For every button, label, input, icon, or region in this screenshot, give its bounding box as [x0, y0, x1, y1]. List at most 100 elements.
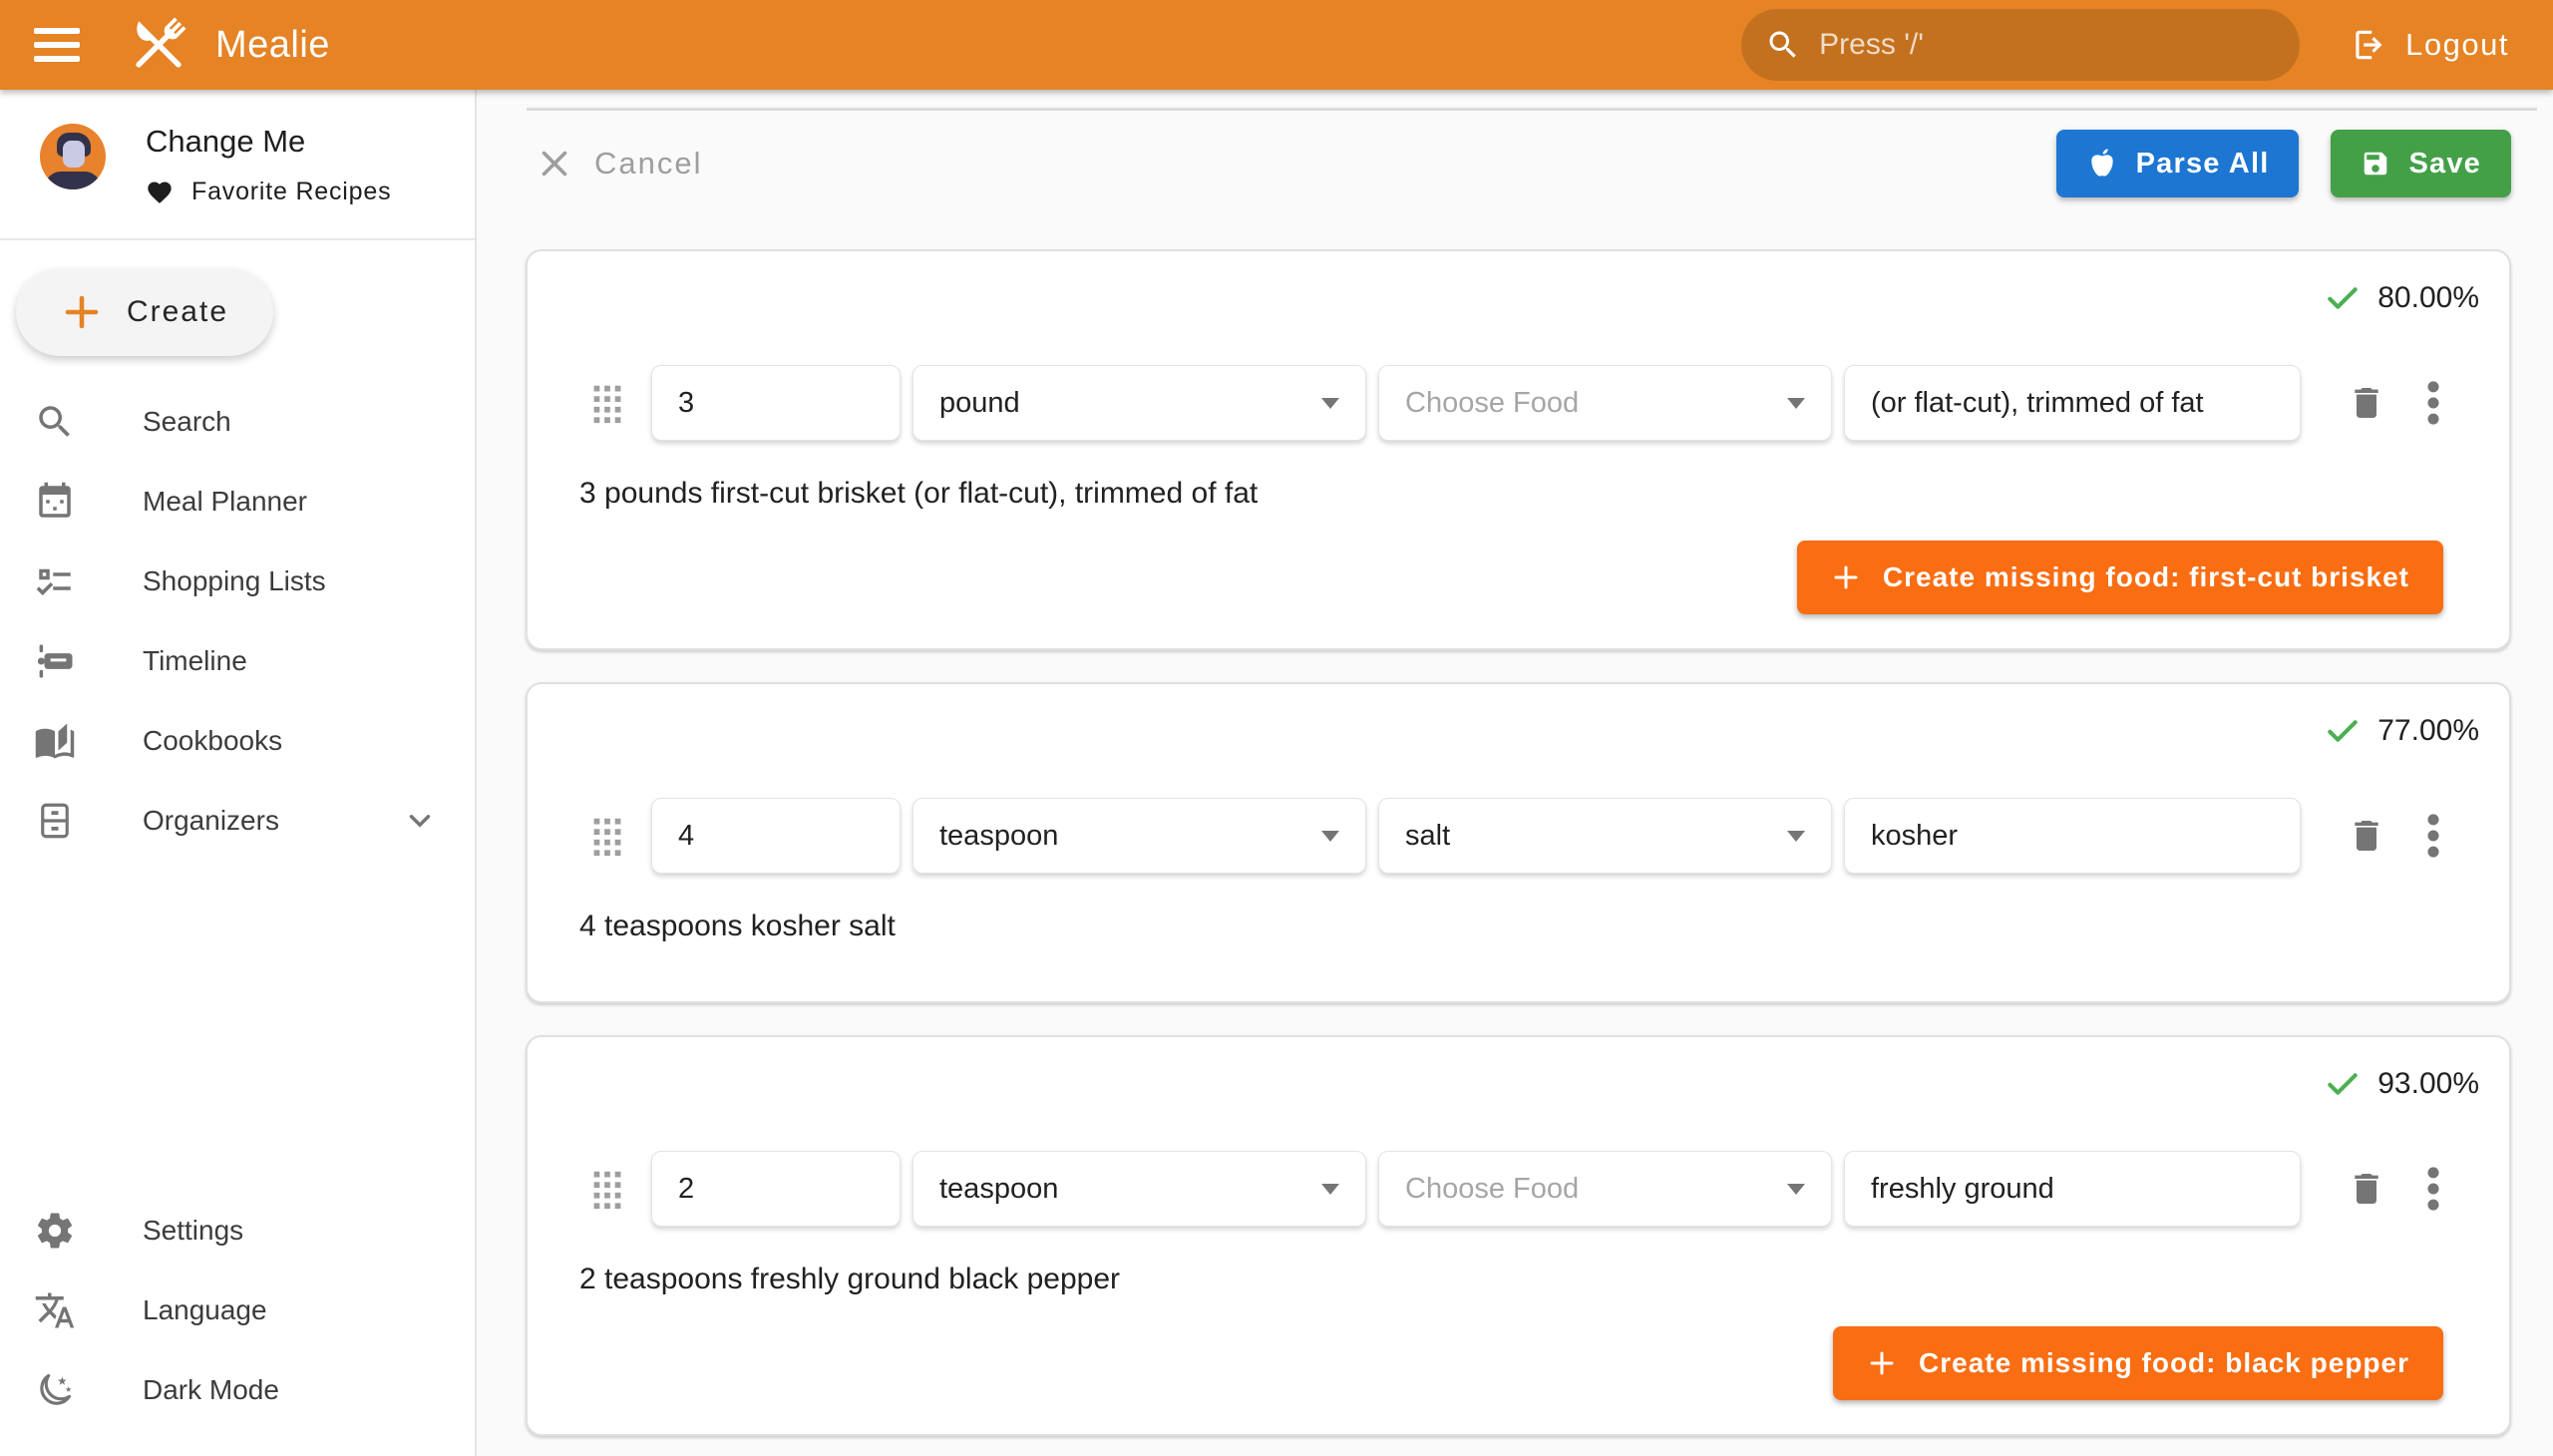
dropdown-caret-icon [1787, 831, 1805, 842]
original-ingredient-text: 4 teaspoons kosher salt [579, 910, 2479, 943]
unit-select-value: teaspoon [939, 1173, 1058, 1206]
note-input[interactable] [1871, 1173, 2274, 1206]
close-icon [537, 146, 572, 182]
translate-icon [33, 1289, 77, 1331]
sidebar-item-dark-mode[interactable]: Dark Mode [0, 1350, 475, 1430]
unit-select[interactable]: teaspoon [912, 798, 1366, 874]
main-content: Cancel Parse All Save 80.00% [479, 90, 2553, 1456]
app-bar: Mealie Logout [0, 0, 2553, 90]
sidebar-item-timeline[interactable]: Timeline [0, 621, 475, 701]
quantity-field [651, 365, 901, 441]
dropdown-caret-icon [1787, 398, 1805, 409]
food-select-value: salt [1405, 820, 1450, 853]
sidebar-item-language[interactable]: Language [0, 1271, 475, 1350]
unit-select-value: pound [939, 387, 1020, 420]
create-button[interactable]: Create [16, 268, 273, 356]
missing-food-row: Create missing food: black pepper [573, 1326, 2443, 1400]
kebab-menu-icon[interactable] [2426, 1166, 2440, 1212]
confidence-value: 80.00% [2377, 281, 2479, 315]
sidebar-footer: Settings Language Dark Mode [0, 1191, 475, 1430]
confidence-row: 77.00% [573, 708, 2479, 750]
trash-icon[interactable] [2347, 1169, 2386, 1209]
unit-select[interactable]: pound [912, 365, 1366, 441]
food-select[interactable]: salt [1378, 798, 1832, 874]
book-icon [33, 720, 77, 762]
note-field [1844, 798, 2301, 874]
favorites-label: Favorite Recipes [191, 178, 391, 206]
dropdown-caret-icon [1787, 1184, 1805, 1195]
user-name: Change Me [146, 124, 391, 160]
logout-button[interactable]: Logout [2340, 18, 2519, 72]
search-icon [1765, 27, 1801, 63]
sidebar-item-settings[interactable]: Settings [0, 1191, 475, 1271]
unit-select[interactable]: teaspoon [912, 1151, 1366, 1227]
drag-handle-icon[interactable] [589, 380, 629, 426]
gear-icon [33, 1210, 77, 1252]
confidence-value: 93.00% [2377, 1067, 2479, 1101]
kebab-menu-icon[interactable] [2426, 380, 2440, 426]
chevron-down-icon[interactable] [403, 804, 437, 838]
sidebar-nav: Search Meal Planner Shopping Lists Timel… [0, 382, 475, 861]
create-missing-food-button[interactable]: Create missing food: black pepper [1833, 1326, 2443, 1400]
create-missing-food-button[interactable]: Create missing food: first-cut brisket [1797, 541, 2443, 614]
ingredient-card: 80.00% pound Choose Food [526, 249, 2511, 650]
kebab-menu-icon[interactable] [2426, 813, 2440, 859]
quantity-input[interactable] [678, 1173, 874, 1206]
ingredient-card: 77.00% teaspoon salt [526, 682, 2511, 1003]
quantity-field [651, 1151, 901, 1227]
sidebar: Change Me Favorite Recipes Create Search [0, 90, 477, 1456]
trash-icon[interactable] [2347, 383, 2386, 423]
user-profile[interactable]: Change Me Favorite Recipes [0, 90, 475, 206]
global-search[interactable] [1741, 9, 2300, 81]
sidebar-item-cookbooks[interactable]: Cookbooks [0, 701, 475, 781]
drag-handle-icon[interactable] [589, 1166, 629, 1212]
plus-icon [61, 291, 103, 333]
hamburger-menu-icon[interactable] [34, 28, 80, 62]
save-button[interactable]: Save [2331, 130, 2511, 197]
ingredient-card: 93.00% teaspoon Choose Food [526, 1035, 2511, 1436]
trash-icon[interactable] [2347, 816, 2386, 856]
check-icon [2324, 279, 2362, 317]
plus-icon [1867, 1348, 1897, 1378]
note-input[interactable] [1871, 387, 2274, 420]
parse-all-button[interactable]: Parse All [2056, 130, 2300, 197]
note-field [1844, 1151, 2301, 1227]
sidebar-item-shopping-lists[interactable]: Shopping Lists [0, 542, 475, 621]
confidence-row: 93.00% [573, 1061, 2479, 1103]
cancel-button[interactable]: Cancel [527, 140, 713, 187]
logout-label: Logout [2405, 27, 2509, 63]
apple-icon [2086, 148, 2118, 180]
timeline-icon [33, 640, 77, 682]
calendar-icon [33, 481, 77, 523]
food-select-value: Choose Food [1405, 1173, 1579, 1206]
sidebar-item-search[interactable]: Search [0, 382, 475, 462]
dropdown-caret-icon [1321, 1184, 1339, 1195]
cabinet-icon [33, 800, 77, 842]
favorite-recipes-link[interactable]: Favorite Recipes [146, 178, 391, 206]
ingredient-fields-row: teaspoon Choose Food [573, 1151, 2479, 1227]
quantity-input[interactable] [678, 820, 874, 853]
ingredient-fields-row: pound Choose Food [573, 365, 2479, 441]
confidence-value: 77.00% [2377, 714, 2479, 748]
food-select[interactable]: Choose Food [1378, 365, 1832, 441]
moon-icon [33, 1369, 77, 1411]
drag-handle-icon[interactable] [589, 813, 629, 859]
missing-food-row: Create missing food: first-cut brisket [573, 541, 2443, 614]
quantity-input[interactable] [678, 387, 874, 420]
food-select[interactable]: Choose Food [1378, 1151, 1832, 1227]
search-icon [33, 401, 77, 443]
logout-icon [2350, 26, 2387, 64]
food-select-value: Choose Food [1405, 387, 1579, 420]
note-input[interactable] [1871, 820, 2274, 853]
check-icon [2324, 1065, 2362, 1103]
sidebar-item-organizers[interactable]: Organizers [0, 781, 475, 861]
checklist-icon [33, 560, 77, 602]
person-avatar [40, 124, 106, 189]
search-input[interactable] [1819, 28, 2276, 62]
partial-card-edge-top [527, 108, 2537, 111]
app-title: Mealie [215, 24, 330, 67]
sidebar-item-meal-planner[interactable]: Meal Planner [0, 462, 475, 542]
note-field [1844, 365, 2301, 441]
original-ingredient-text: 3 pounds first-cut brisket (or flat-cut)… [579, 477, 2479, 511]
fork-knife-crossed-icon [122, 8, 195, 82]
